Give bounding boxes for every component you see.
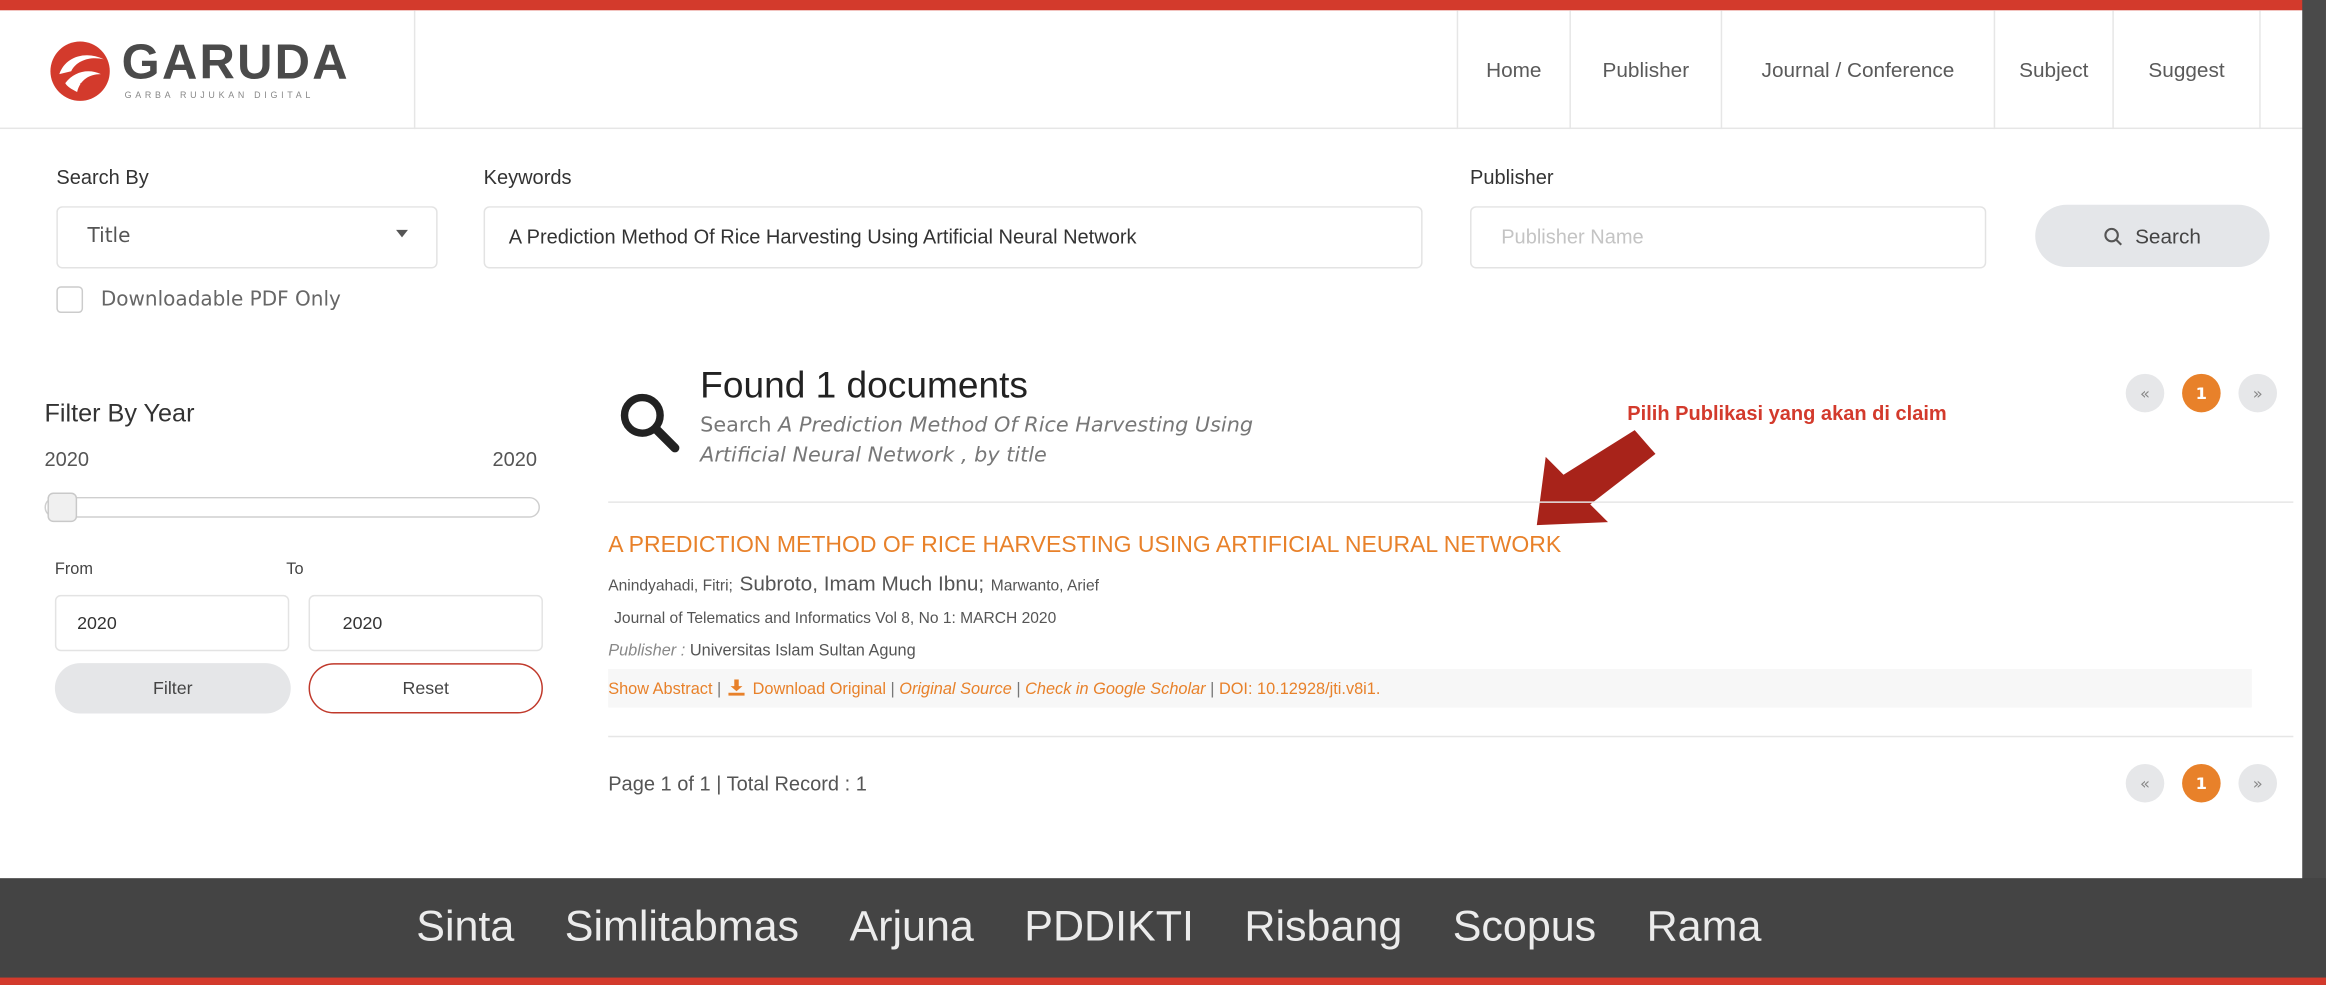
reset-button[interactable]: Reset [308,663,543,714]
result-title[interactable]: A PREDICTION METHOD OF RICE HARVESTING U… [608,533,1561,560]
year-to-input[interactable]: 2020 [308,594,543,652]
search-by-select[interactable]: Title [56,206,438,269]
pagination-prev-bottom[interactable]: « [2125,763,2165,803]
search-icon [2104,227,2123,245]
search-icon [620,393,680,453]
result-author[interactable]: Anindyahadi, Fitri; [608,577,733,595]
chevron-down-icon [396,229,408,238]
original-source-link[interactable]: Original Source [899,681,1011,699]
download-icon [728,679,746,696]
footer-links: Sinta Simlitabmas Arjuna PDDIKTI Risbang… [0,878,2326,977]
pagination-prev-top[interactable]: « [2125,373,2165,413]
results-subtitle-prefix: Search [700,413,772,438]
downloadable-pdf-checkbox[interactable] [56,286,84,313]
footer-link-pddikti[interactable]: PDDIKTI [1024,903,1194,952]
results-heading: Found 1 documents [700,364,1028,407]
results-subtitle-query: A Prediction Method Of Rice Harvesting U… [778,413,1254,438]
year-slider-track[interactable] [44,496,540,518]
result-journal[interactable]: Journal of Telematics and Informatics Vo… [614,610,1056,628]
garuda-logo-icon [50,41,110,101]
to-label: To [286,560,304,579]
result-links: Show Abstract | Download Original | Orig… [608,679,1381,699]
year-from-input[interactable]: 2020 [54,594,290,652]
search-by-value: Title [87,223,131,248]
nav-suggest[interactable]: Suggest [2112,10,2261,130]
pagination-next-bottom[interactable]: » [2238,763,2278,803]
year-range-max: 2020 [492,447,538,471]
search-button[interactable]: Search [2035,204,2270,268]
result-publisher[interactable]: Universitas Islam Sultan Agung [690,642,916,660]
footer-link-risbang[interactable]: Risbang [1244,903,1402,952]
publisher-input[interactable]: Publisher Name [1470,206,1987,269]
show-abstract-link[interactable]: Show Abstract [608,681,712,699]
downloadable-pdf-label: Downloadable PDF Only [100,287,341,312]
publisher-label: Publisher [1470,166,1554,189]
search-button-label: Search [2135,223,2201,248]
year-to-value: 2020 [342,612,383,634]
nav-subject[interactable]: Subject [1993,10,2113,130]
brand-tagline: GARBA RUJUKAN DIGITAL [124,91,315,101]
brand-name: GARUDA [121,34,350,90]
publisher-placeholder: Publisher Name [1501,225,1644,248]
doi-link[interactable]: DOI: 10.12928/jti.v8i1. [1219,681,1380,699]
results-subtitle-query-2: Artificial Neural Network , by title [700,443,1047,468]
google-scholar-link[interactable]: Check in Google Scholar [1025,681,1206,699]
nav-publisher[interactable]: Publisher [1569,10,1720,130]
page-info: Page 1 of 1 | Total Record : 1 [608,772,867,796]
footer-link-arjuna[interactable]: Arjuna [849,903,973,952]
pagination-current-top[interactable]: 1 [2182,373,2221,413]
year-from-value: 2020 [77,612,117,634]
pagination-current-bottom[interactable]: 1 [2182,763,2221,803]
keywords-value: A Prediction Method Of Rice Harvesting U… [508,225,1137,248]
divider [608,735,2294,738]
nav-home[interactable]: Home [1456,10,1570,130]
results-subtitle: Search A Prediction Method Of Rice Harve… [700,414,1253,438]
top-accent-line [0,0,2326,11]
footer-link-sinta[interactable]: Sinta [416,903,514,952]
year-slider-handle[interactable] [47,492,78,523]
footer-link-simlitabmas[interactable]: Simlitabmas [565,903,799,952]
keywords-input[interactable]: A Prediction Method Of Rice Harvesting U… [483,206,1423,269]
footer-link-scopus[interactable]: Scopus [1453,903,1596,952]
claim-annotation: Pilih Publikasi yang akan di claim [1627,402,1947,425]
download-original-link[interactable]: Download Original [753,681,886,699]
result-authors: Anindyahadi, Fitri; Subroto, Imam Much I… [608,571,1099,598]
footer-link-rama[interactable]: Rama [1647,903,1762,952]
result-publisher-line: Publisher : Universitas Islam Sultan Agu… [608,642,916,660]
from-label: From [54,560,93,579]
result-publisher-label: Publisher : [608,642,686,661]
divider [608,501,2294,503]
logo[interactable]: GARUDA GARBA RUJUKAN DIGITAL [27,10,416,130]
result-author[interactable]: Subroto, Imam Much Ibnu; [739,571,984,595]
annotation-arrow-icon [1536,430,1656,526]
year-range-min: 2020 [44,447,90,471]
keywords-label: Keywords [483,166,572,189]
filter-button[interactable]: Filter [54,663,291,714]
nav-journal-conference[interactable]: Journal / Conference [1720,10,1994,130]
search-by-label: Search By [56,166,149,189]
pagination-next-top[interactable]: » [2238,373,2278,413]
window-edge [2302,0,2326,985]
filter-by-year-title: Filter By Year [44,399,195,428]
result-author[interactable]: Marwanto, Arief [991,577,1099,595]
